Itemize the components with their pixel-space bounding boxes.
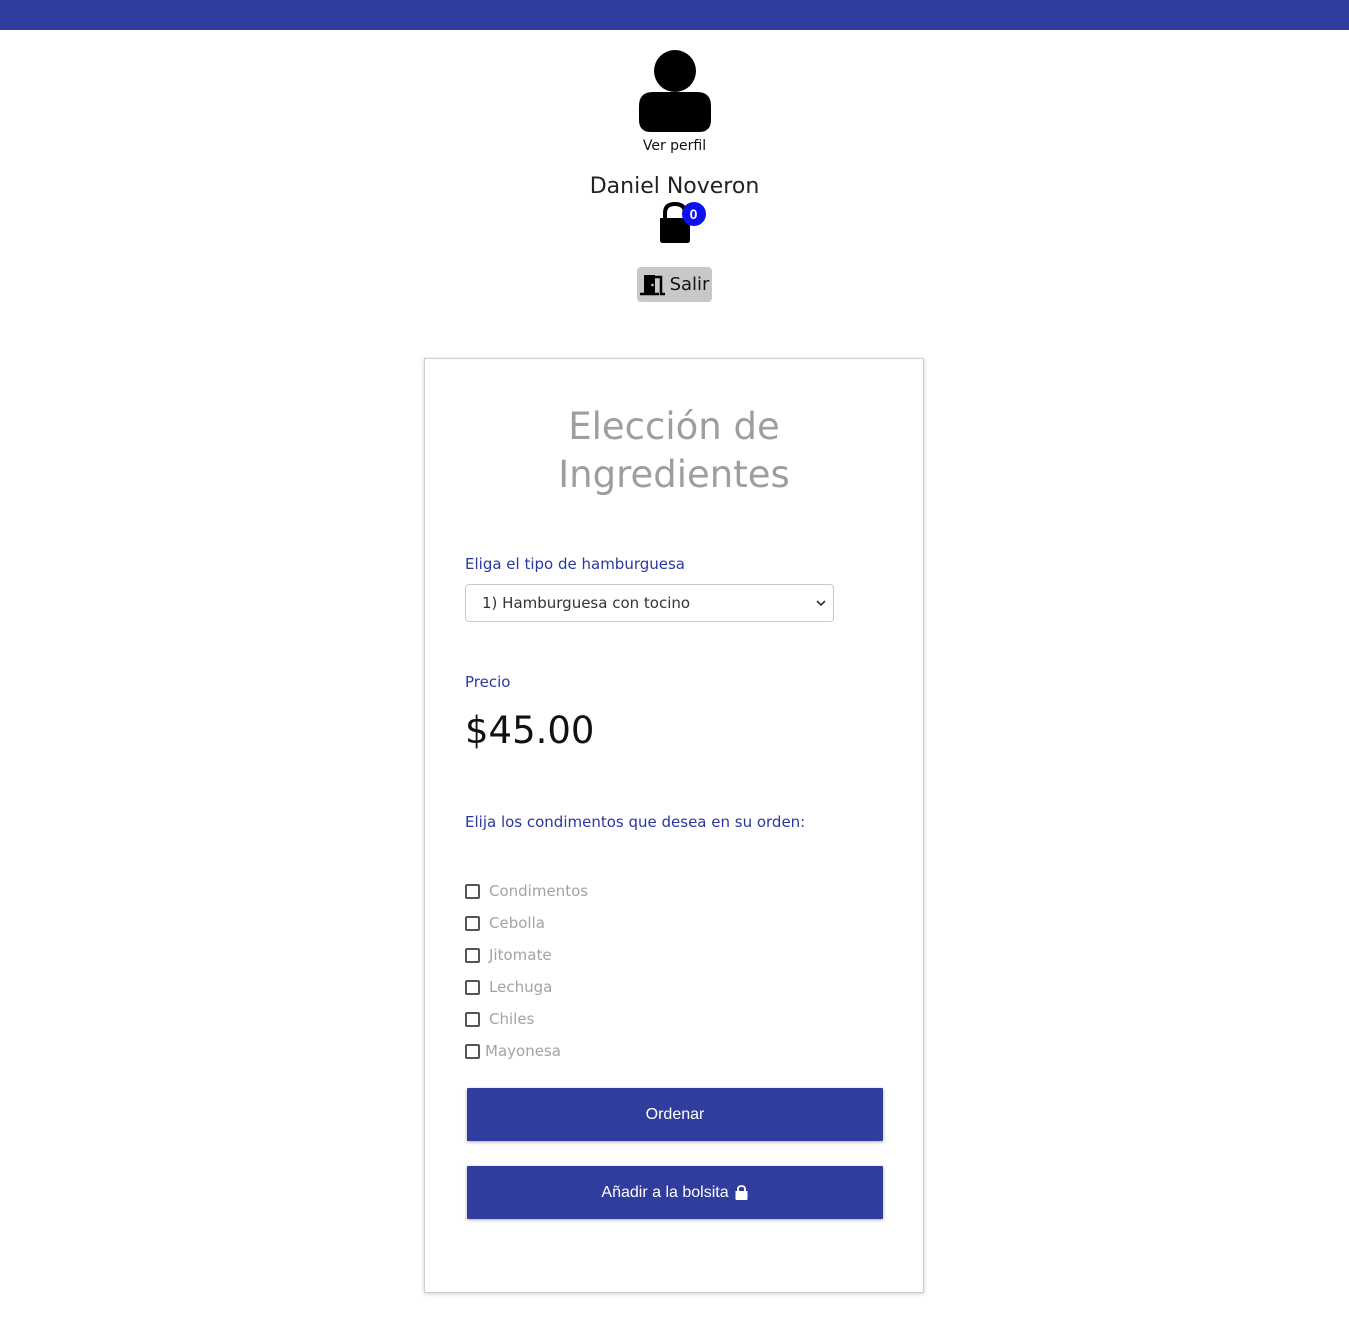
logout-button[interactable]: Salir — [636, 267, 713, 302]
profile-section: Ver perfil Daniel Noveron 0 Salir — [0, 50, 1349, 302]
user-icon — [638, 50, 711, 132]
condiments-label: Elija los condimentos que desea en su or… — [465, 813, 806, 831]
checkbox[interactable] — [465, 883, 480, 899]
chevron-down-icon — [816, 600, 826, 607]
condiment-option[interactable]: Cebolla — [465, 907, 588, 939]
condiment-option[interactable]: Jitomate — [465, 939, 588, 971]
condiments-list: Condimentos Cebolla Jitomate Lechuga Chi… — [465, 875, 588, 1067]
top-bar — [0, 0, 1349, 30]
door-exit-icon — [639, 274, 665, 295]
bag-count-badge: 0 — [681, 202, 706, 226]
condiment-label: Lechuga — [489, 978, 553, 996]
price-value: $45.00 — [465, 709, 595, 752]
page-title-text: Elección de Ingredientes — [558, 405, 790, 496]
page-title: Elección de Ingredientes — [425, 403, 923, 499]
burger-type-selected: 1) Hamburguesa con tocino — [482, 594, 691, 612]
condiment-label: Cebolla — [489, 914, 545, 932]
add-to-bag-button[interactable]: Añadir a la bolsita — [467, 1166, 883, 1219]
condiment-option[interactable]: Mayonesa — [465, 1035, 588, 1067]
burger-type-select[interactable]: 1) Hamburguesa con tocino — [465, 584, 834, 622]
order-button-label: Ordenar — [645, 1105, 705, 1123]
checkbox[interactable] — [465, 1011, 480, 1027]
view-profile-link[interactable]: Ver perfil — [0, 138, 1349, 154]
condiment-label: Condimentos — [489, 882, 589, 900]
price-label: Precio — [465, 673, 511, 691]
condiment-label: Mayonesa — [485, 1042, 561, 1060]
checkbox[interactable] — [465, 915, 480, 931]
add-to-bag-button-label: Añadir a la bolsita — [601, 1183, 729, 1201]
shopping-bag-icon — [735, 1184, 748, 1200]
shopping-bag-button[interactable]: 0 — [653, 201, 706, 245]
ingredients-card: Elección de Ingredientes Eliga el tipo d… — [424, 358, 924, 1293]
condiment-option[interactable]: Chiles — [465, 1003, 588, 1035]
condiment-option[interactable]: Condimentos — [465, 875, 588, 907]
avatar[interactable] — [638, 50, 711, 134]
checkbox[interactable] — [465, 1043, 480, 1059]
condiment-label: Jitomate — [489, 946, 552, 964]
user-name: Daniel Noveron — [589, 174, 760, 199]
logout-label: Salir — [669, 274, 710, 295]
condiment-label: Chiles — [489, 1010, 535, 1028]
burger-type-label: Eliga el tipo de hamburguesa — [465, 555, 685, 573]
checkbox[interactable] — [465, 979, 480, 995]
condiment-option[interactable]: Lechuga — [465, 971, 588, 1003]
order-button[interactable]: Ordenar — [467, 1088, 883, 1141]
checkbox[interactable] — [465, 947, 480, 963]
